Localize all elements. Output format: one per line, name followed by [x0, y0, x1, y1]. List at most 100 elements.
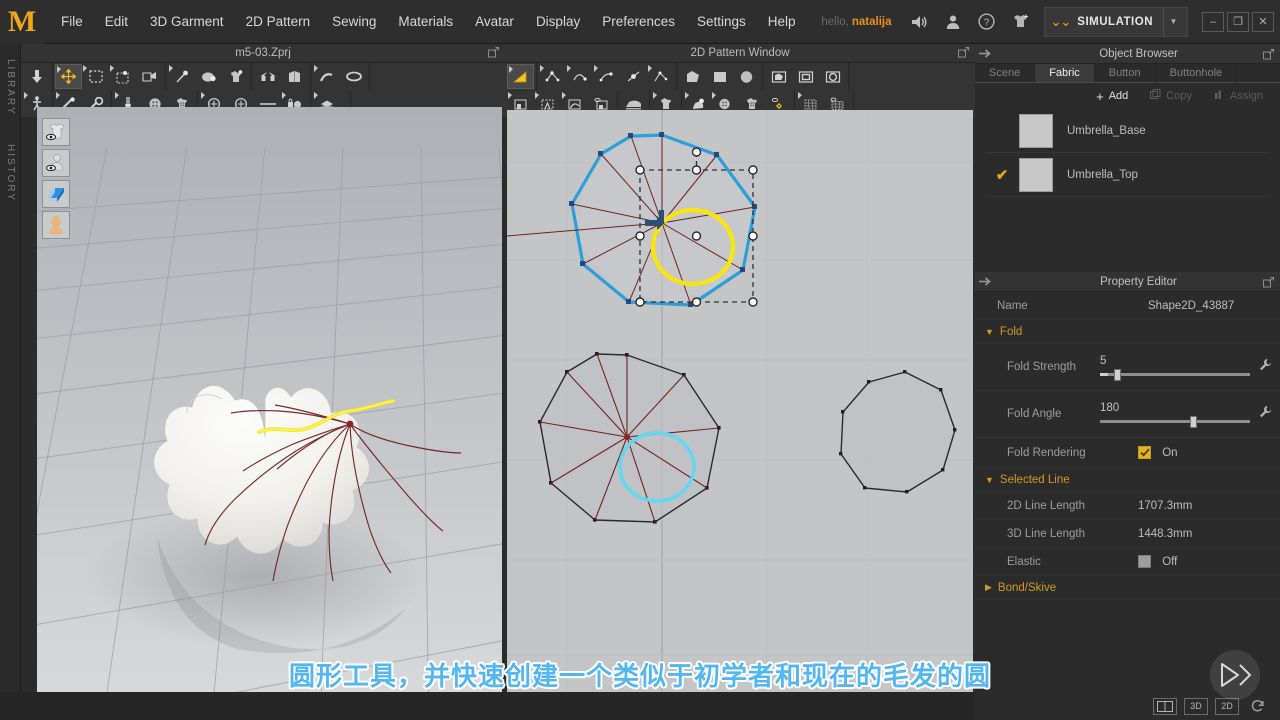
circumference-icon[interactable] [340, 64, 367, 89]
simulation-dropdown-arrow[interactable]: ▼ [1163, 7, 1183, 36]
collapse-arrow-icon[interactable] [975, 48, 997, 59]
help-icon[interactable]: ? [970, 7, 1004, 37]
fold-arrange-icon[interactable] [222, 64, 249, 89]
rectangle-shape-icon[interactable] [706, 64, 733, 89]
fold-strength-slider[interactable] [1100, 369, 1250, 381]
tab-button[interactable]: Button [1095, 63, 1156, 82]
show-book-toggle[interactable] [42, 180, 70, 208]
menu-help[interactable]: Help [757, 0, 807, 44]
object-browser-title-bar: Object Browser [975, 44, 1280, 64]
split-view-button[interactable] [1153, 697, 1177, 715]
segment-icon[interactable] [620, 64, 647, 89]
menu-3d-garment[interactable]: 3D Garment [139, 0, 235, 44]
menu-materials[interactable]: Materials [387, 0, 464, 44]
menu-preferences[interactable]: Preferences [591, 0, 686, 44]
menu-sewing[interactable]: Sewing [321, 0, 387, 44]
property-group-fold[interactable]: ▼ Fold [975, 320, 1280, 344]
elastic-checkbox[interactable] [1138, 555, 1151, 568]
property-value-name[interactable]: Shape2D_43887 [1148, 300, 1268, 312]
menu-avatar[interactable]: Avatar [464, 0, 525, 44]
expand-icon-ob[interactable] [1263, 47, 1274, 65]
wrench-icon[interactable] [1250, 405, 1272, 424]
garment-flip-icon[interactable] [136, 64, 163, 89]
fold-angle-control[interactable]: 180 [1100, 402, 1250, 428]
assign-button[interactable]: Assign [1205, 87, 1272, 106]
app-logo[interactable]: M [0, 0, 44, 44]
add-point-icon[interactable] [593, 64, 620, 89]
expand-icon[interactable] [488, 47, 499, 61]
menu-settings[interactable]: Settings [686, 0, 757, 44]
menu-2d-pattern[interactable]: 2D Pattern [235, 0, 322, 44]
show-avatar-toggle[interactable] [42, 149, 70, 177]
view-3d-canvas[interactable] [37, 107, 502, 703]
garment-box-icon[interactable] [281, 64, 308, 89]
pin-icon[interactable] [195, 64, 222, 89]
inner-circle-icon[interactable] [819, 64, 846, 89]
fold-rendering-checkbox[interactable] [1138, 446, 1151, 459]
pin-flag-icon[interactable] [168, 64, 195, 89]
tape-measure-icon[interactable] [313, 64, 340, 89]
curve-point-icon[interactable] [566, 64, 593, 89]
menu-display[interactable]: Display [525, 0, 591, 44]
inner-polygon-icon[interactable] [765, 64, 792, 89]
view-2d-button[interactable]: 2D [1215, 697, 1239, 715]
collapse-arrow-icon-pe[interactable] [975, 276, 997, 287]
inner-rectangle-icon[interactable] [792, 64, 819, 89]
transform-move-icon[interactable] [55, 64, 82, 89]
show-skin-toggle[interactable] [42, 211, 70, 239]
object-browser-tabs: Scene Fabric Button Buttonhole [975, 63, 1280, 83]
property-group-bond-skive[interactable]: ▶ Bond/Skive [975, 576, 1280, 600]
wrench-icon[interactable] [1250, 358, 1272, 377]
reset-view-button[interactable] [1246, 698, 1270, 715]
view-2d-title-bar: 2D Pattern Window [505, 44, 975, 63]
polygon-point-icon[interactable] [647, 64, 674, 89]
fabric-checkmark[interactable]: ✔ [985, 166, 1019, 184]
gravity-arrow-icon[interactable] [23, 64, 50, 89]
simulation-button[interactable]: ⌄⌄ SIMULATION ▼ [1043, 6, 1188, 37]
property-group-selected-line[interactable]: ▼ Selected Line [975, 468, 1280, 492]
fabric-row-umbrella-top[interactable]: ✔ Umbrella_Top [985, 153, 1270, 197]
menu-edit[interactable]: Edit [94, 0, 139, 44]
edit-pattern-icon[interactable] [507, 64, 534, 89]
fold-angle-slider[interactable] [1100, 416, 1250, 428]
garment-add-icon[interactable] [1004, 7, 1038, 37]
edit-curve-point-icon[interactable] [539, 64, 566, 89]
tab-scene[interactable]: Scene [975, 63, 1036, 82]
view-3d-button[interactable]: 3D [1184, 697, 1208, 715]
fold-strength-control[interactable]: 5 [1100, 355, 1250, 381]
tab-history[interactable]: HISTORY [0, 130, 21, 216]
slider-knob[interactable] [1113, 369, 1121, 381]
fabric-swatch[interactable] [1019, 113, 1053, 148]
select-box-icon[interactable] [82, 64, 109, 89]
view-2d-canvas[interactable] [507, 110, 973, 700]
tab-library[interactable]: LIBRARY [0, 44, 21, 130]
bottom-strip [0, 692, 975, 720]
user-icon[interactable] [936, 7, 970, 37]
show-garment-toggle[interactable] [42, 118, 70, 146]
speaker-icon[interactable] [902, 7, 936, 37]
fabric-row-umbrella-base[interactable]: Umbrella_Base [985, 109, 1270, 153]
username-label[interactable]: natalija [852, 16, 892, 28]
fold-strength-value[interactable]: 5 [1100, 355, 1250, 367]
add-button[interactable]: + Add [1087, 87, 1137, 106]
menu-file[interactable]: File [50, 0, 94, 44]
fabric-swatch[interactable] [1019, 157, 1053, 192]
view-3d-title-bar: m5-03.Zprj [21, 44, 505, 63]
polygon-shape-icon[interactable] [679, 64, 706, 89]
circle-shape-icon[interactable] [733, 64, 760, 89]
property-label-fold-strength: Fold Strength [1007, 361, 1077, 373]
property-label-name: Name [997, 299, 1028, 312]
tab-fabric[interactable]: Fabric [1035, 63, 1095, 82]
expand-icon-pe[interactable] [1263, 275, 1274, 293]
expand-icon-2d[interactable] [958, 47, 969, 61]
fold-angle-value[interactable]: 180 [1100, 402, 1250, 414]
slider-knob[interactable] [1190, 416, 1197, 428]
tool-group-edit-pattern [505, 63, 537, 90]
select-mesh-icon[interactable] [109, 64, 136, 89]
window-minimize-button[interactable]: – [1202, 11, 1224, 32]
tab-buttonhole[interactable]: Buttonhole [1156, 63, 1238, 82]
symmetric-icon[interactable] [254, 64, 281, 89]
copy-button[interactable]: Copy [1141, 87, 1201, 106]
window-close-button[interactable]: ✕ [1252, 11, 1274, 32]
window-restore-button[interactable]: ❐ [1227, 11, 1249, 32]
